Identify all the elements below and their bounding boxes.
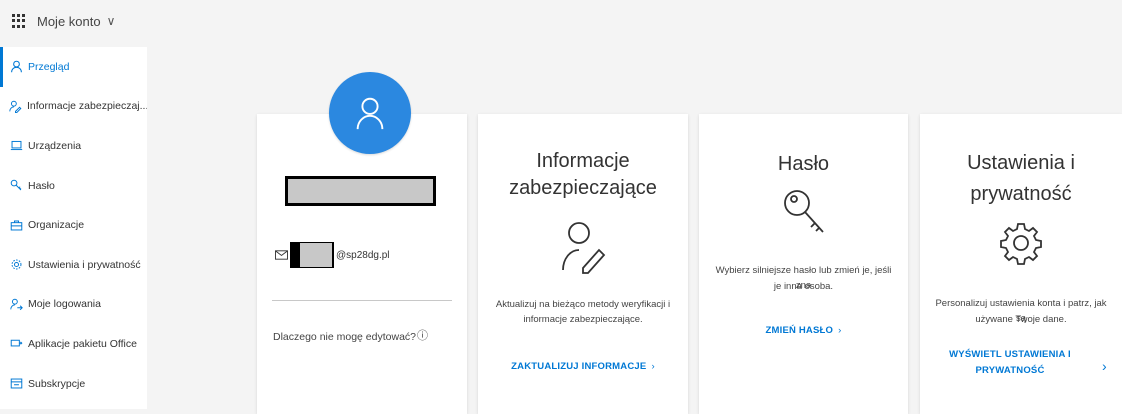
sidebar-item-organizations[interactable]: Organizacje — [0, 205, 147, 245]
sidebar-item-label: Subskrypcje — [28, 377, 86, 390]
gear-icon — [9, 258, 23, 272]
top-bar: Moje konto ∨ — [0, 0, 1122, 42]
office-apps-icon — [9, 337, 23, 351]
sidebar: Przegląd Informacje zabezpieczaj... Urzą… — [0, 47, 147, 409]
why-cant-edit-link[interactable]: Dlaczego nie mogę edytować? ⓘ — [273, 330, 428, 343]
sidebar-item-label: Urządzenia — [28, 139, 82, 152]
sidebar-item-label: Ustawienia i prywatność — [28, 258, 141, 271]
security-info-icon — [9, 99, 22, 113]
card-title-line: zabezpieczające — [509, 177, 657, 199]
key-icon — [699, 187, 908, 241]
view-settings-link[interactable]: WYŚWIETL USTAWIENIA I PRYWATNOŚĆ — [920, 349, 1122, 376]
sidebar-item-label: Przegląd — [28, 60, 70, 73]
sidebar-item-label: Moje logowania — [28, 298, 101, 311]
view-settings-link-label: PRYWATNOŚĆ — [975, 365, 1045, 376]
sidebar-item-office-apps[interactable]: Aplikacje pakietu Office — [0, 324, 147, 364]
sidebar-item-label: Hasło — [28, 179, 55, 192]
subscriptions-icon — [9, 377, 23, 391]
mail-icon — [275, 250, 288, 260]
sidebar-item-password[interactable]: Hasło — [0, 166, 147, 206]
email-domain: @sp28dg.pl — [336, 249, 390, 261]
card-title-line: prywatność — [970, 183, 1072, 205]
change-password-link-label: ZMIEŃ HASŁO — [765, 325, 834, 336]
profile-card: @sp28dg.pl Dlaczego nie mogę edytować? ⓘ — [257, 114, 467, 414]
key-icon — [9, 179, 23, 193]
sign-ins-icon — [9, 297, 23, 311]
card-title: Hasło — [777, 153, 830, 175]
card-description-line: informacje zabezpieczające. — [523, 314, 643, 325]
laptop-icon — [9, 139, 23, 153]
security-info-card: Informacje zabezpieczające Aktualizuj na… — [478, 114, 688, 414]
info-icon[interactable]: ⓘ — [417, 327, 428, 343]
chevron-right-icon[interactable]: › — [1102, 358, 1107, 374]
chevron-right-icon: › — [838, 325, 842, 336]
card-description-line: Aktualizuj na bieżąco metody weryfikacji… — [495, 299, 671, 310]
card-description-line: używane Twoje dane. — [975, 314, 1067, 325]
redacted-display-name — [285, 176, 436, 206]
sidebar-item-settings-privacy[interactable]: Ustawienia i prywatność — [0, 245, 147, 285]
change-password-link[interactable]: ZMIEŃ HASŁO › — [699, 325, 908, 336]
card-title-line: Ustawienia i — [967, 152, 1075, 174]
avatar[interactable] — [329, 72, 411, 154]
sidebar-item-my-sign-ins[interactable]: Moje logowania — [0, 285, 147, 325]
app-title: Moje konto — [37, 13, 101, 29]
view-settings-link-label: WYŚWIETL USTAWIENIA I — [949, 349, 1071, 360]
redacted-email-local-part — [290, 242, 334, 268]
why-cant-edit-label: Dlaczego nie mogę edytować? — [273, 331, 417, 343]
app-title-dropdown[interactable]: Moje konto ∨ — [37, 14, 115, 29]
card-title-line: Informacje — [536, 150, 630, 172]
sidebar-item-overview[interactable]: Przegląd — [0, 47, 147, 87]
sidebar-item-security-info[interactable]: Informacje zabezpieczaj... — [0, 87, 147, 127]
settings-privacy-card: Ustawienia i prywatność Personalizuj ust… — [920, 114, 1122, 414]
sidebar-item-devices[interactable]: Urządzenia — [0, 126, 147, 166]
card-description-line: je inna osoba. — [773, 281, 834, 292]
email-row: @sp28dg.pl — [275, 242, 390, 268]
sidebar-item-label: Aplikacje pakietu Office — [28, 337, 137, 350]
security-info-icon — [478, 218, 688, 274]
sidebar-item-label: Informacje zabezpieczaj... — [27, 100, 147, 113]
update-info-link[interactable]: ZAKTUALIZUJ INFORMACJE › — [478, 361, 688, 372]
app-launcher-icon[interactable] — [12, 14, 26, 28]
sidebar-item-subscriptions[interactable]: Subskrypcje — [0, 364, 147, 404]
password-card: Hasło Wybierz silniejsze hasło lub zmień… — [699, 114, 908, 414]
person-icon — [9, 60, 23, 74]
divider — [272, 300, 452, 301]
gear-icon — [920, 221, 1122, 265]
chevron-right-icon: › — [651, 361, 655, 372]
chevron-down-icon: ∨ — [106, 14, 116, 28]
update-info-link-label: ZAKTUALIZUJ INFORMACJE — [511, 361, 647, 372]
sidebar-item-label: Organizacje — [28, 219, 85, 232]
briefcase-icon — [9, 218, 23, 232]
